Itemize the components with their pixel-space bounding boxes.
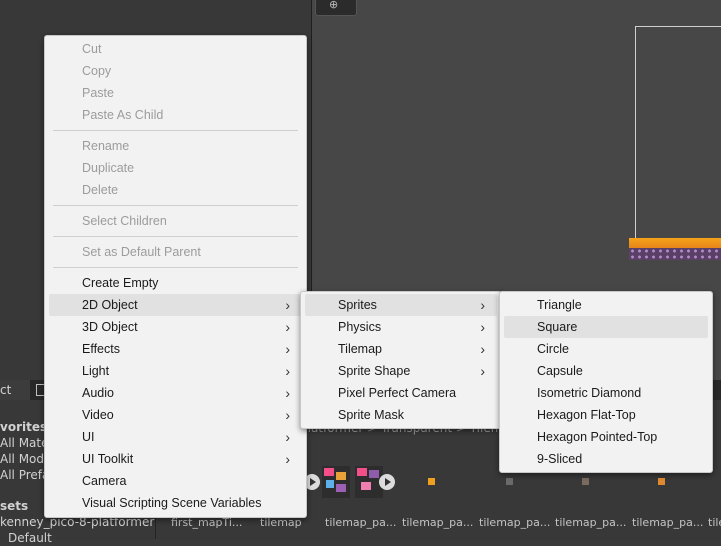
tilemap-thumbnail[interactable] <box>322 466 350 498</box>
menu-item-paste-as-child[interactable]: Paste As Child <box>49 104 302 126</box>
tree-favorites[interactable]: vorites <box>0 419 47 435</box>
asset-label[interactable]: tilem <box>708 516 721 529</box>
camera-frame <box>635 26 721 250</box>
menu-item-set-default-parent[interactable]: Set as Default Parent <box>49 241 302 263</box>
menu-item-duplicate[interactable]: Duplicate <box>49 157 302 179</box>
asset-label[interactable]: tilemap_pa... <box>402 516 473 529</box>
menu-item-effects[interactable]: Effects › <box>49 338 302 360</box>
menu-item-rename[interactable]: Rename <box>49 135 302 157</box>
chevron-right-icon: › <box>480 363 485 379</box>
asset-label[interactable]: tilemap_pa... <box>479 516 550 529</box>
menu-item-audio[interactable]: Audio › <box>49 382 302 404</box>
menu-item-triangle[interactable]: Triangle <box>504 294 708 316</box>
menu-item-3d-object[interactable]: 3D Object › <box>49 316 302 338</box>
chevron-right-icon: › <box>480 341 485 357</box>
tab-project[interactable]: ct <box>0 380 30 400</box>
gizmo-icon: ⊕ <box>329 0 339 11</box>
tile-thumbnail[interactable] <box>506 478 513 485</box>
menu-item-select-children[interactable]: Select Children <box>49 210 302 232</box>
menu-item-sprites[interactable]: Sprites › <box>305 294 497 316</box>
menu-item-hexagon-pointed-top[interactable]: Hexagon Pointed-Top <box>504 426 708 448</box>
scene-tool-button[interactable]: ⊕ <box>315 0 357 16</box>
tree-assets[interactable]: sets <box>0 498 28 514</box>
menu-item-video[interactable]: Video › <box>49 404 302 426</box>
chevron-right-icon: › <box>285 363 290 379</box>
menu-item-sprite-mask[interactable]: Sprite Mask <box>305 404 497 426</box>
tilemap-ground-top <box>629 238 721 248</box>
asset-label[interactable]: tilemap_pa... <box>632 516 703 529</box>
asset-label[interactable]: tilemap_pa... <box>325 516 396 529</box>
chevron-right-icon: › <box>285 319 290 335</box>
menu-separator <box>53 205 298 206</box>
menu-item-light[interactable]: Light › <box>49 360 302 382</box>
tree-item[interactable]: Default <box>8 530 52 546</box>
menu-item-label: 2D Object <box>82 298 138 312</box>
menu-item-9-sliced[interactable]: 9-Sliced <box>504 448 708 470</box>
menu-item-copy[interactable]: Copy <box>49 60 302 82</box>
menu-item-hexagon-flat-top[interactable]: Hexagon Flat-Top <box>504 404 708 426</box>
menu-item-pixel-perfect-camera[interactable]: Pixel Perfect Camera <box>305 382 497 404</box>
menu-item-label: 3D Object <box>82 320 138 334</box>
menu-item-cut[interactable]: Cut <box>49 38 302 60</box>
tile-thumbnail[interactable] <box>658 478 665 485</box>
chevron-right-icon: › <box>480 297 485 313</box>
menu-item-delete[interactable]: Delete <box>49 179 302 201</box>
context-menu: Cut Copy Paste Paste As Child Rename Dup… <box>44 35 307 518</box>
chevron-right-icon: › <box>285 429 290 445</box>
menu-item-label: UI <box>82 430 95 444</box>
submenu-sprites: Triangle Square Circle Capsule Isometric… <box>499 291 713 473</box>
menu-item-label: Audio <box>82 386 114 400</box>
menu-separator <box>53 267 298 268</box>
menu-item-label: Video <box>82 408 114 422</box>
tilemap-preview <box>629 238 721 260</box>
chevron-right-icon: › <box>285 385 290 401</box>
tile-thumbnail[interactable] <box>582 478 589 485</box>
submenu-2d-object: Sprites › Physics › Tilemap › Sprite Shape ›… <box>300 291 502 429</box>
asset-label[interactable]: tilemap_pa... <box>555 516 626 529</box>
menu-item-ui[interactable]: UI › <box>49 426 302 448</box>
chevron-right-icon: › <box>285 451 290 467</box>
menu-item-circle[interactable]: Circle <box>504 338 708 360</box>
menu-item-label: UI Toolkit <box>82 452 134 466</box>
play-icon[interactable] <box>379 474 395 490</box>
menu-item-ui-toolkit[interactable]: UI Toolkit › <box>49 448 302 470</box>
menu-item-paste[interactable]: Paste <box>49 82 302 104</box>
menu-item-sprite-shape[interactable]: Sprite Shape › <box>305 360 497 382</box>
menu-item-capsule[interactable]: Capsule <box>504 360 708 382</box>
chevron-right-icon: › <box>285 341 290 357</box>
menu-item-label: Sprite Shape <box>338 364 411 378</box>
menu-item-square[interactable]: Square <box>504 316 708 338</box>
menu-item-isometric-diamond[interactable]: Isometric Diamond <box>504 382 708 404</box>
menu-item-label: Effects <box>82 342 120 356</box>
menu-item-2d-object[interactable]: 2D Object › <box>49 294 302 316</box>
tree-item[interactable]: All Prefa <box>0 467 49 483</box>
menu-separator <box>53 236 298 237</box>
menu-item-visual-scripting-scene-variables[interactable]: Visual Scripting Scene Variables <box>49 492 302 514</box>
tilemap-ground-bottom <box>629 248 721 260</box>
menu-item-label: Physics <box>338 320 382 334</box>
menu-item-label: Sprites <box>338 298 377 312</box>
chevron-right-icon: › <box>285 297 290 313</box>
chevron-right-icon: › <box>480 319 485 335</box>
menu-item-tilemap[interactable]: Tilemap › <box>305 338 497 360</box>
chevron-right-icon: › <box>285 407 290 423</box>
menu-item-camera[interactable]: Camera <box>49 470 302 492</box>
menu-item-label: Light <box>82 364 110 378</box>
menu-separator <box>53 130 298 131</box>
menu-item-physics[interactable]: Physics › <box>305 316 497 338</box>
menu-item-create-empty[interactable]: Create Empty <box>49 272 302 294</box>
tile-thumbnail[interactable] <box>428 478 435 485</box>
menu-item-label: Tilemap <box>338 342 382 356</box>
